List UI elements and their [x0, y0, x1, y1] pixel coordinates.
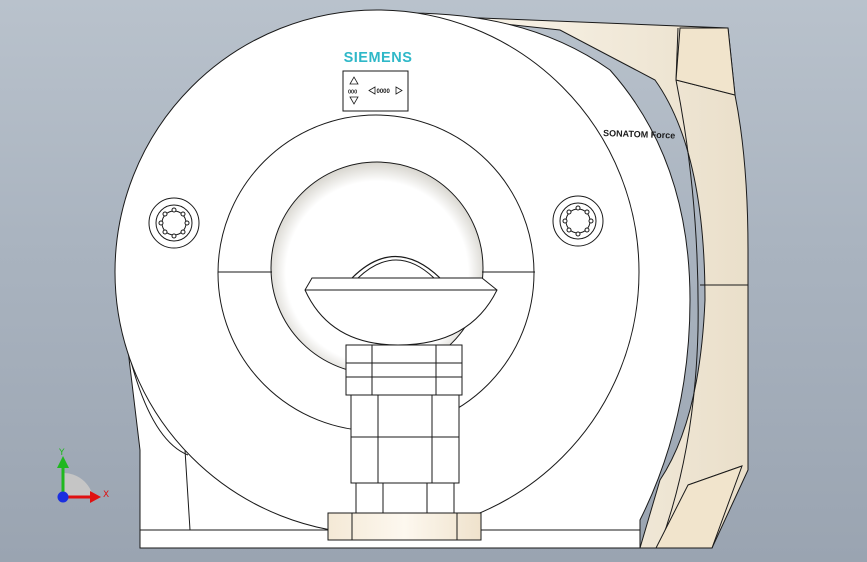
ct-gantry[interactable]	[114, 9, 749, 549]
bolt-circle-icon[interactable]	[552, 195, 604, 247]
coordinate-triad-icon	[57, 456, 101, 503]
table-column-upper	[345, 344, 463, 396]
panel-left-value: 000	[348, 90, 357, 96]
model-canvas[interactable]: 000 0000 SIEMENS SONATOM Force Y X	[0, 0, 867, 562]
table-column-lower	[355, 482, 455, 514]
brand-logo-text: SIEMENS	[344, 50, 413, 66]
axis-x-label: X	[103, 490, 109, 500]
table-base-plate[interactable]	[327, 512, 482, 541]
panel-right-value: 0000	[377, 89, 391, 95]
table-column-middle	[350, 394, 460, 484]
cad-graphics-viewport[interactable]: 000 0000 SIEMENS SONATOM Force Y X	[0, 0, 867, 562]
axis-y-label: Y	[58, 448, 65, 458]
bolt-circle-icon[interactable]	[148, 197, 200, 249]
